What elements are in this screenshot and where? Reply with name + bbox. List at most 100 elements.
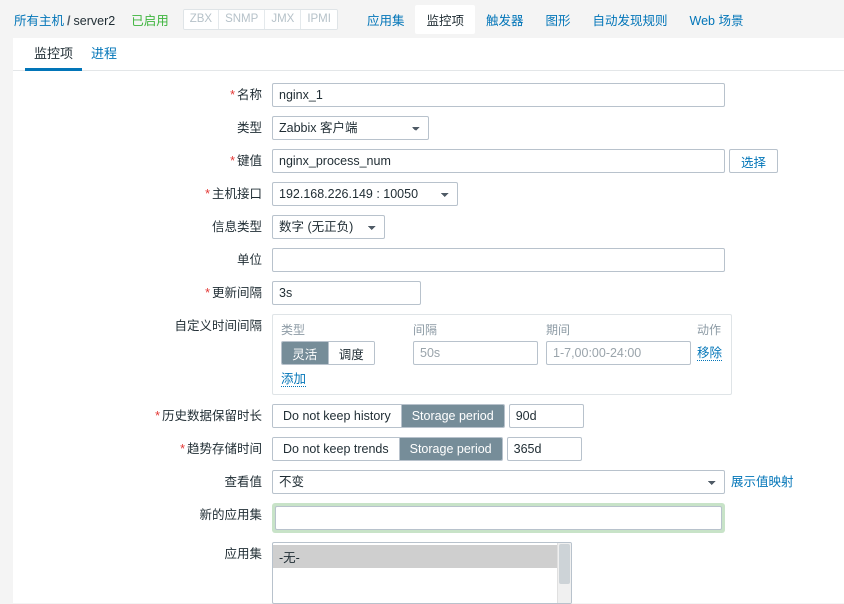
add-interval-link[interactable]: 添加 xyxy=(281,372,307,387)
interface-badge-snmp: SNMP xyxy=(219,9,266,29)
history-mode-toggle: Do not keep history Storage period xyxy=(272,404,505,428)
form-row-key: *键值 选择 xyxy=(13,149,844,173)
column-header-action: 动作 xyxy=(697,323,722,337)
history-period-input[interactable] xyxy=(508,404,584,428)
label-update-interval-text: 更新间隔 xyxy=(211,286,262,300)
form-row-trends: * 趋势存储时间 Do not keep trends Storage perio… xyxy=(13,437,844,461)
form-row-new-application: 新的应用集 xyxy=(13,503,844,533)
custom-interval-row: 灵活 调度 移除 xyxy=(281,341,723,365)
custom-intervals-box: 类型 间隔 期间 动作 灵活 调度 50s 1-7,00:00-24:00 移除… xyxy=(272,314,732,395)
label-units-text: 单位 xyxy=(236,253,262,267)
required-marker-trends: * xyxy=(180,442,185,456)
label-name-text: 名称 xyxy=(236,88,262,102)
interval-value-input[interactable] xyxy=(413,341,538,365)
form-row-type: 类型 Zabbix 客户端 xyxy=(13,116,844,140)
label-new-application-text: 新的应用集 xyxy=(199,508,262,522)
trends-do-not-keep-button[interactable]: Do not keep trends xyxy=(273,438,400,460)
interface-badge-group: ZBX SNMP JMX IPMI xyxy=(182,8,338,30)
form-row-applications: 应用集 -无- xyxy=(13,542,844,604)
host-nav-tabs: 应用集 监控项 触发器 图形 自动发现规则 Web 场景 xyxy=(356,4,755,34)
label-applications: 应用集 xyxy=(13,542,272,566)
interface-badge-ipmi: IPMI xyxy=(301,9,337,29)
nav-tab-items[interactable]: 监控项 xyxy=(415,4,475,34)
form-row-units: 单位 xyxy=(13,248,844,272)
required-marker-history: * xyxy=(155,409,160,423)
new-application-input[interactable] xyxy=(275,506,722,530)
label-view-value-text: 查看值 xyxy=(224,475,262,489)
key-input[interactable] xyxy=(272,149,725,173)
applications-listbox-scroll-thumb[interactable] xyxy=(559,544,570,584)
label-custom-intervals-text: 自定义时间间隔 xyxy=(174,319,262,333)
remove-interval-link[interactable]: 移除 xyxy=(697,346,723,361)
label-trends-text: 趋势存储时间 xyxy=(186,442,262,456)
form-row-info-type: 信息类型 数字 (无正负) xyxy=(13,215,844,239)
nav-tab-graphs[interactable]: 图形 xyxy=(535,5,582,34)
trends-mode-toggle: Do not keep trends Storage period xyxy=(272,437,503,461)
label-custom-intervals: 自定义时间间隔 xyxy=(13,314,272,338)
column-header-period: 期间 xyxy=(546,323,571,337)
nav-tab-triggers[interactable]: 触发器 xyxy=(475,5,535,34)
nav-tab-web-scenarios[interactable]: Web 场景 xyxy=(679,5,755,34)
host-status-enabled[interactable]: 已启用 xyxy=(131,10,169,29)
form-subtabs: 监控项 进程 xyxy=(13,38,844,71)
form-row-view-value: 查看值 不变 展示值映射 xyxy=(13,470,844,494)
history-do-not-keep-button[interactable]: Do not keep history xyxy=(273,405,402,427)
applications-listbox-scrollbar[interactable] xyxy=(557,543,571,603)
label-host-interface-text: 主机接口 xyxy=(211,187,262,201)
interface-badge-jmx: JMX xyxy=(265,9,302,29)
name-input[interactable] xyxy=(272,83,725,107)
interface-badge-zbx: ZBX xyxy=(183,9,220,29)
breadcrumb-current-host: server2 xyxy=(73,13,116,28)
label-view-value: 查看值 xyxy=(13,470,272,494)
info-type-select[interactable]: 数字 (无正负) xyxy=(272,215,385,239)
interval-type-toggle: 灵活 调度 xyxy=(281,341,375,365)
label-info-type-text: 信息类型 xyxy=(211,220,262,234)
subtab-preprocessing[interactable]: 进程 xyxy=(82,43,126,70)
column-header-type: 类型 xyxy=(281,323,306,337)
breadcrumb-all-hosts-link[interactable]: 所有主机 xyxy=(14,14,64,28)
label-type-text: 类型 xyxy=(236,121,262,135)
subtab-item[interactable]: 监控项 xyxy=(25,43,83,71)
custom-intervals-add-row: 添加 xyxy=(281,372,723,387)
label-history-text: 历史数据保留时长 xyxy=(161,409,262,423)
units-input[interactable] xyxy=(272,248,725,272)
trends-period-input[interactable] xyxy=(506,437,582,461)
form-row-history: * 历史数据保留时长 Do not keep history Storage pe… xyxy=(13,404,844,428)
top-header-bar: 所有主机 / server2 已启用 ZBX SNMP JMX IPMI 应用集 监… xyxy=(0,0,844,38)
type-select[interactable]: Zabbix 客户端 xyxy=(272,116,429,140)
nav-tab-discovery-rules[interactable]: 自动发现规则 xyxy=(582,5,679,34)
breadcrumb: 所有主机 / server2 xyxy=(14,10,115,29)
breadcrumb-separator: / xyxy=(67,13,71,28)
select-key-button[interactable]: 选择 xyxy=(729,149,779,173)
interval-type-scheduling-button[interactable]: 调度 xyxy=(328,342,374,364)
required-marker-name: * xyxy=(230,88,235,102)
history-storage-period-button[interactable]: Storage period xyxy=(401,405,504,427)
update-interval-input[interactable] xyxy=(272,281,421,305)
label-type: 类型 xyxy=(13,116,272,140)
nav-tab-applications[interactable]: 应用集 xyxy=(356,5,416,34)
label-name: * 名称 xyxy=(13,83,272,107)
trends-storage-period-button[interactable]: Storage period xyxy=(399,438,502,460)
label-history: * 历史数据保留时长 xyxy=(13,404,272,428)
required-marker-update-interval: * xyxy=(205,286,210,300)
applications-option-none[interactable]: -无- xyxy=(273,545,557,568)
required-marker-key: * xyxy=(230,154,235,168)
applications-listbox[interactable]: -无- xyxy=(272,542,572,604)
interval-type-flexible-button[interactable]: 灵活 xyxy=(282,342,329,364)
item-form-card: 监控项 进程 *名称 类型 Zabbix 客户端 xyxy=(13,38,844,604)
item-form: *名称 类型 Zabbix 客户端 *键值 选择 xyxy=(13,71,844,604)
label-new-application: 新的应用集 xyxy=(13,503,272,527)
label-key-text: 键值 xyxy=(236,154,262,168)
view-value-select[interactable]: 不变 xyxy=(272,470,725,494)
show-value-mapping-link[interactable]: 展示值映射 xyxy=(731,470,794,494)
host-interface-select[interactable]: 192.168.226.149 : 10050 xyxy=(272,182,458,206)
label-trends: * 趋势存储时间 xyxy=(13,437,272,461)
interval-period-input[interactable] xyxy=(546,341,691,365)
form-row-host-interface: * 主机接口 192.168.226.149 : 10050 xyxy=(13,182,844,206)
new-application-focus-ring xyxy=(272,503,725,533)
label-units: 单位 xyxy=(13,248,272,272)
label-update-interval: * 更新间隔 xyxy=(13,281,272,305)
custom-intervals-header: 类型 间隔 期间 动作 xyxy=(281,321,723,338)
form-row-custom-intervals: 自定义时间间隔 类型 间隔 期间 动作 灵活 调度 50s 1-7,00:00-… xyxy=(13,314,844,395)
label-key: * 键值 xyxy=(13,149,272,173)
